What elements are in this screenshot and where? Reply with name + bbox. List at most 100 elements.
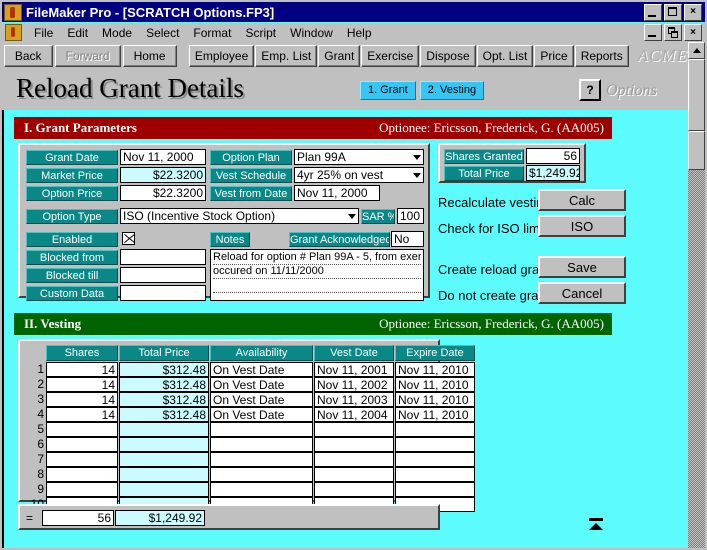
module-button-dispose[interactable]: Dispose	[420, 45, 476, 67]
field-sar-pct[interactable]: 100	[397, 208, 424, 224]
doc-close-button[interactable]: ×	[684, 24, 702, 41]
scroll-to-top-icon[interactable]	[588, 518, 604, 530]
menu-item-format[interactable]: Format	[186, 25, 238, 41]
field-vest-from-date[interactable]: Nov 11, 2000	[294, 185, 380, 201]
menu-item-edit[interactable]: Edit	[60, 25, 95, 41]
cell-total-price[interactable]	[119, 422, 209, 437]
cell-expire-date[interactable]	[395, 437, 475, 452]
cancel-button[interactable]: Cancel	[538, 282, 626, 304]
minimize-button[interactable]	[644, 3, 662, 21]
cell-vest-date[interactable]	[314, 482, 394, 497]
cell-expire-date[interactable]: Nov 11, 2010	[395, 392, 475, 407]
cell-shares[interactable]	[46, 437, 118, 452]
cell-total-price[interactable]	[119, 482, 209, 497]
cell-expire-date[interactable]	[395, 467, 475, 482]
cell-shares[interactable]	[46, 452, 118, 467]
cell-shares[interactable]	[46, 467, 118, 482]
cell-availability[interactable]	[210, 452, 313, 467]
cell-availability[interactable]: On Vest Date	[210, 362, 313, 377]
field-grant-date[interactable]: Nov 11, 2000	[120, 149, 206, 165]
chevron-down-icon[interactable]	[413, 155, 421, 160]
field-grant-acknowledged[interactable]: No	[391, 231, 424, 247]
module-button-emp-list[interactable]: Emp. List	[255, 45, 318, 67]
cell-vest-date[interactable]	[314, 437, 394, 452]
save-button[interactable]: Save	[538, 256, 626, 278]
option-type-combo-wrap	[120, 208, 359, 224]
field-blocked-from[interactable]	[120, 249, 206, 265]
cell-shares[interactable]: 14	[46, 407, 118, 422]
module-button-reports[interactable]: Reports	[574, 45, 629, 67]
cell-availability[interactable]	[210, 467, 313, 482]
scrollbar-track-segment[interactable]	[688, 131, 705, 170]
tab-vesting[interactable]: 2. Vesting	[419, 81, 485, 100]
module-button-exercise[interactable]: Exercise	[361, 45, 420, 67]
chevron-down-icon[interactable]	[348, 214, 356, 219]
cell-shares[interactable]: 14	[46, 392, 118, 407]
menu-item-help[interactable]: Help	[340, 25, 379, 41]
cell-vest-date[interactable]	[314, 422, 394, 437]
cell-total-price[interactable]	[119, 437, 209, 452]
doc-minimize-button[interactable]	[644, 24, 662, 41]
module-button-opt-list[interactable]: Opt. List	[476, 45, 534, 67]
tab-grant[interactable]: 1. Grant	[360, 81, 416, 100]
cell-total-price[interactable]: $312.48	[119, 377, 209, 392]
cell-vest-date[interactable]: Nov 11, 2001	[314, 362, 394, 377]
cell-total-price[interactable]: $312.48	[119, 407, 209, 422]
cell-expire-date[interactable]	[395, 482, 475, 497]
field-blocked-till[interactable]	[120, 267, 206, 283]
cell-availability[interactable]	[210, 482, 313, 497]
cell-total-price[interactable]: $312.48	[119, 392, 209, 407]
cell-vest-date[interactable]: Nov 11, 2003	[314, 392, 394, 407]
field-market-price[interactable]: $22.3200	[120, 167, 206, 183]
close-button[interactable]: ×	[684, 3, 702, 21]
iso-button[interactable]: ISO	[538, 215, 626, 237]
field-notes[interactable]: Reload for option # Plan 99A - 5, from e…	[210, 249, 424, 301]
back-button[interactable]: Back	[3, 45, 53, 67]
scroll-up-button[interactable]	[688, 42, 705, 59]
menu-item-file[interactable]: File	[27, 25, 60, 41]
cell-shares[interactable]	[46, 482, 118, 497]
cell-shares[interactable]: 14	[46, 377, 118, 392]
cell-vest-date[interactable]: Nov 11, 2002	[314, 377, 394, 392]
cell-total-price[interactable]: $312.48	[119, 362, 209, 377]
cell-total-price[interactable]	[119, 452, 209, 467]
calc-button[interactable]: Calc	[538, 189, 626, 211]
cell-shares[interactable]	[46, 422, 118, 437]
vertical-scrollbar[interactable]	[688, 42, 705, 548]
cell-availability[interactable]: On Vest Date	[210, 392, 313, 407]
doc-restore-button[interactable]	[664, 24, 682, 41]
module-button-price[interactable]: Price	[534, 45, 574, 67]
cell-availability[interactable]: On Vest Date	[210, 377, 313, 392]
cell-vest-date[interactable]	[314, 452, 394, 467]
checkbox-enabled[interactable]	[122, 232, 135, 245]
field-custom-data[interactable]	[120, 285, 206, 301]
module-button-grant[interactable]: Grant	[318, 45, 361, 67]
field-option-price[interactable]: $22.3200	[120, 185, 206, 201]
cell-expire-date[interactable]: Nov 11, 2010	[395, 407, 475, 422]
cell-availability[interactable]	[210, 422, 313, 437]
menu-item-select[interactable]: Select	[139, 25, 186, 41]
menu-item-window[interactable]: Window	[283, 25, 340, 41]
menu-item-script[interactable]: Script	[238, 25, 283, 41]
cell-shares[interactable]: 14	[46, 362, 118, 377]
row-number: 3	[37, 392, 44, 406]
home-button[interactable]: Home	[122, 45, 177, 67]
menu-item-mode[interactable]: Mode	[95, 25, 139, 41]
scrollbar-thumb[interactable]	[688, 59, 705, 131]
module-button-employee[interactable]: Employee	[188, 45, 255, 67]
cell-vest-date[interactable]	[314, 467, 394, 482]
chevron-down-icon[interactable]	[413, 173, 421, 178]
document-icon[interactable]	[5, 24, 22, 41]
cell-vest-date[interactable]: Nov 11, 2004	[314, 407, 394, 422]
cell-expire-date[interactable]	[395, 452, 475, 467]
maximize-button[interactable]	[664, 3, 682, 21]
cell-availability[interactable]	[210, 437, 313, 452]
help-button[interactable]: ?	[579, 79, 601, 101]
cell-availability[interactable]: On Vest Date	[210, 407, 313, 422]
field-total-price[interactable]: $1,249.92	[526, 165, 580, 181]
cell-total-price[interactable]	[119, 467, 209, 482]
cell-expire-date[interactable]: Nov 11, 2010	[395, 362, 475, 377]
field-shares-granted[interactable]: 56	[526, 148, 580, 164]
cell-expire-date[interactable]: Nov 11, 2010	[395, 377, 475, 392]
cell-expire-date[interactable]	[395, 422, 475, 437]
